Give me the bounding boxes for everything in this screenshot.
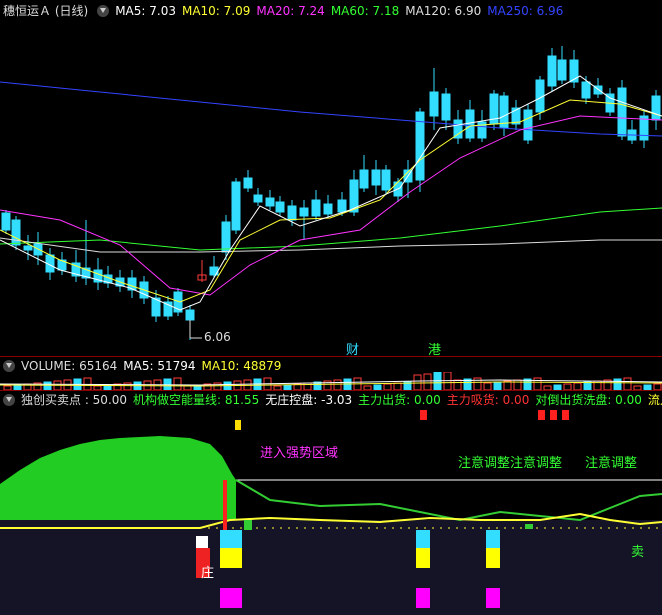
- volume-bar-45: [453, 379, 462, 390]
- candle-body-47: [547, 55, 557, 87]
- signal-indicator-5: 对倒出货洗盘: 0.00: [535, 393, 642, 407]
- volume-bar-58: [583, 381, 592, 390]
- red-top-block-2: [550, 410, 557, 420]
- candle-body-26: [299, 207, 309, 217]
- candle-body-31: [359, 169, 369, 189]
- volume-bar-33: [333, 379, 342, 390]
- candle-body-39: [453, 119, 463, 139]
- volume-chart[interactable]: [0, 372, 662, 390]
- candle-body-38: [441, 93, 451, 121]
- candle-body-20: [231, 181, 241, 231]
- volume-bar-57: [573, 382, 582, 390]
- volume-bar-42: [423, 373, 432, 390]
- volume-bar-12: [123, 382, 132, 390]
- price-indicator-1: MA10: 7.09: [181, 4, 251, 18]
- signal-block-b-yellow: [416, 548, 430, 568]
- price-indicator-3: MA60: 7.18: [330, 4, 400, 18]
- candle-body-16: [185, 309, 195, 321]
- volume-bar-4: [43, 381, 52, 390]
- candle-body-53: [617, 87, 627, 137]
- candle-body-14: [163, 301, 173, 317]
- volume-bar-53: [533, 377, 542, 390]
- volume-bar-51: [513, 379, 522, 390]
- candle-body-45: [523, 109, 533, 141]
- price-chart[interactable]: [0, 20, 662, 354]
- candle-body-23: [265, 197, 275, 207]
- volume-indicator-1: MA5: 51794: [123, 359, 196, 373]
- candle-body-28: [323, 203, 333, 215]
- candle-body-49: [569, 59, 579, 83]
- candle-body-37: [429, 91, 439, 117]
- candle-body-32: [371, 169, 381, 186]
- candle-body-2: [23, 245, 33, 251]
- red-top-block-1: [538, 410, 545, 420]
- zhuang-white: [196, 536, 208, 548]
- candle-body-50: [581, 81, 591, 99]
- signal-block-b-cyan: [416, 530, 430, 548]
- green-marker: [244, 520, 252, 530]
- candle-body-33: [381, 169, 391, 191]
- candle-body-29: [337, 199, 347, 213]
- green-marker-2: [525, 524, 533, 529]
- signal-indicator-6: 流入强度:: [647, 393, 662, 407]
- dropdown-icon[interactable]: [3, 393, 15, 406]
- signal-block-b-magenta: [416, 588, 430, 608]
- candle-body-56: [651, 95, 661, 121]
- signal-indicator-1: 机构做空能量线: 81.55: [133, 393, 260, 407]
- signal-chart[interactable]: [0, 408, 662, 615]
- stock-title: 穗恒运Ａ (日线): [3, 4, 89, 18]
- price-indicator-5: MA250: 6.96: [487, 4, 564, 18]
- price-indicator-2: MA20: 7.24: [256, 4, 325, 18]
- volume-bar-39: [393, 382, 402, 390]
- candle-body-48: [557, 59, 567, 81]
- signal-block-c-cyan: [486, 530, 500, 548]
- volume-bar-62: [623, 377, 632, 390]
- volume-indicator-0: VOLUME: 65164: [21, 359, 118, 373]
- zhuang-label: 庄: [201, 566, 215, 581]
- signal-block-c-yellow: [486, 548, 500, 568]
- price-indicator-0: MA5: 7.03: [115, 4, 176, 18]
- low-marker: 6.06: [204, 330, 231, 344]
- candle-body-27: [311, 199, 321, 217]
- volume-bar-49: [493, 381, 502, 390]
- signal-block-a-cyan: [220, 530, 242, 548]
- volume-indicator-2: MA10: 48879: [201, 359, 282, 373]
- adjust-label-2: 注意调整: [585, 456, 638, 471]
- candle-body-22: [253, 194, 263, 203]
- volume-bar-41: [413, 374, 422, 390]
- signal-block-a-magenta: [220, 588, 242, 608]
- candle-body-0: [1, 212, 11, 231]
- signal-indicator-2: 无庄控盘: -3.03: [265, 393, 353, 407]
- volume-bar-61: [613, 378, 622, 390]
- signal-indicator-3: 主力出货: 0.00: [358, 393, 441, 407]
- candle-body-40: [465, 109, 475, 139]
- signal-header: 独创买卖点 : 50.00 机构做空能量线: 81.55 无庄控盘: -3.03 主力…: [0, 390, 662, 409]
- volume-bar-25: [253, 378, 262, 390]
- ma250-line: [0, 81, 662, 137]
- dropdown-icon[interactable]: [3, 359, 15, 372]
- red-top-block-3: [562, 410, 569, 420]
- candle-body-24: [275, 201, 285, 213]
- signal-lower-bg: [0, 520, 662, 615]
- price-indicator-4: MA120: 6.90: [405, 4, 482, 18]
- dropdown-icon[interactable]: [97, 4, 110, 17]
- volume-bar-21: [213, 382, 222, 390]
- candle-body-1: [11, 219, 21, 246]
- strong-zone-label: 进入强势区域: [260, 446, 339, 461]
- signal-spike: [223, 480, 227, 530]
- candle-body-21: [243, 177, 253, 189]
- signal-indicator-4: 主力吸货: 0.00: [446, 393, 530, 407]
- yellow-marker: [235, 420, 241, 430]
- adjust-label-1: 注意调整注意调整: [458, 456, 563, 471]
- signal-indicator-0: 独创买卖点 : 50.00: [21, 393, 128, 407]
- price-header: 穗恒运Ａ (日线) MA5: 7.03 MA10: 7.09 MA20: 7.24 MA…: [0, 2, 662, 20]
- red-top-block-0: [420, 410, 427, 420]
- volume-bar-48: [483, 382, 492, 390]
- sell-label: 卖: [631, 545, 645, 560]
- candle-body-25: [287, 205, 297, 221]
- signal-block-c-magenta: [486, 588, 500, 608]
- volume-bar-17: [173, 377, 182, 390]
- signal-block-a-yellow: [220, 548, 242, 568]
- candle-body-19: [221, 221, 231, 253]
